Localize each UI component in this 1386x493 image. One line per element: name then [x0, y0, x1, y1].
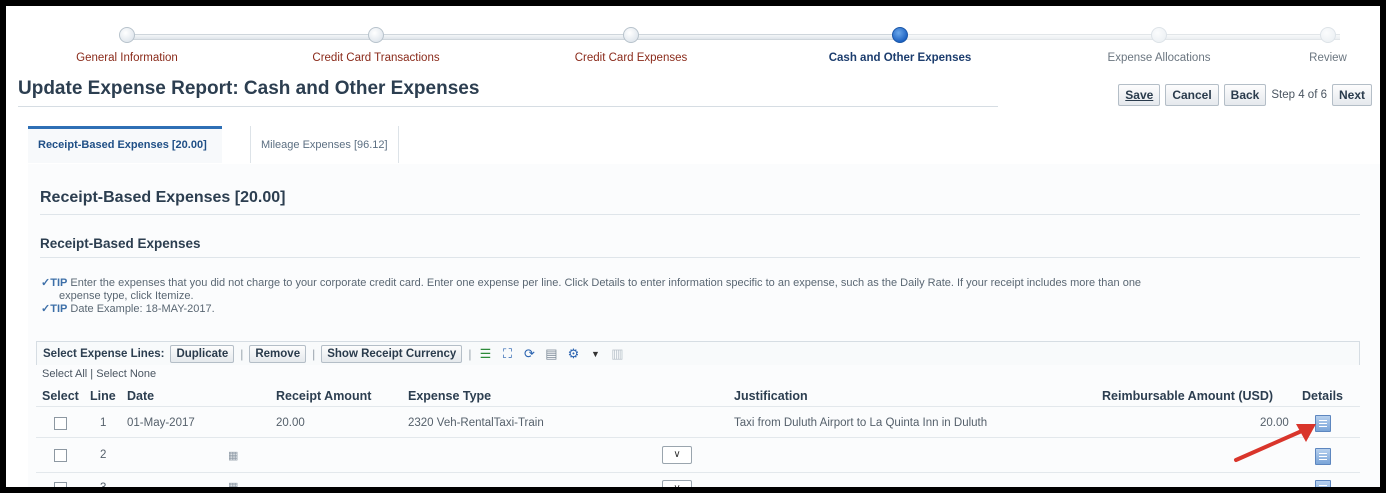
train-step-2-node[interactable] — [368, 27, 384, 43]
tip-expenses-cont: expense type, click Itemize. — [59, 290, 194, 302]
row-1-line: 1 — [100, 417, 107, 429]
section-header: Receipt-Based Expenses [20.00] — [40, 189, 286, 206]
table-toolbar: Select Expense Lines: Duplicate | Remove… — [36, 341, 1360, 365]
subsection-header-divider — [40, 257, 1360, 258]
train-step-3-label[interactable]: Credit Card Expenses — [575, 52, 688, 64]
train-step-6-node — [1320, 27, 1336, 43]
refresh-icon[interactable]: ⟳ — [521, 346, 537, 361]
column-header-select: Select — [42, 389, 79, 403]
row-1-date: 01-May-2017 — [127, 417, 195, 429]
column-header-receipt-amount: Receipt Amount — [276, 389, 372, 403]
row-divider — [36, 437, 1360, 438]
train-step-2-label[interactable]: Credit Card Transactions — [312, 52, 439, 64]
tab-mileage-expenses[interactable]: Mileage Expenses [96.12] — [250, 126, 399, 163]
header-divider — [36, 406, 1360, 407]
row-2-expense-type-select-dropdown-icon[interactable]: ∨ — [662, 446, 692, 464]
export-icon[interactable]: ▤ — [543, 346, 559, 361]
tip-icon: ✓ — [41, 277, 51, 289]
train-step-1-label[interactable]: General Information — [76, 52, 178, 64]
row-1-expense-type: 2320 Veh-RentalTaxi-Train — [408, 417, 544, 429]
train-step-5-node — [1151, 27, 1167, 43]
freeze-icon: ▥ — [611, 345, 624, 361]
page-title: Update Expense Report: Cash and Other Ex… — [18, 78, 480, 99]
calendar-icon[interactable]: ▦ — [228, 480, 238, 487]
duplicate-button[interactable]: Duplicate — [170, 344, 235, 363]
add-row-icon[interactable]: ☰ — [477, 346, 493, 361]
row-1-receipt-amount: 20.00 — [276, 417, 305, 429]
row-divider — [36, 472, 1360, 473]
row-3-select-checkbox[interactable] — [54, 482, 67, 487]
train-line-future — [900, 34, 1340, 40]
cancel-button[interactable]: Cancel — [1165, 84, 1219, 106]
train-step-1-node[interactable] — [119, 27, 135, 43]
expand-icon[interactable]: ⛶ — [499, 346, 515, 361]
toolbar-separator: | — [468, 346, 472, 361]
column-header-line: Line — [90, 389, 116, 403]
row-2-line: 2 — [100, 449, 107, 461]
dropdown-arrow-icon[interactable]: ▼ — [587, 347, 603, 361]
tip-date-example: ✓TIP Date Example: 18-MAY-2017. — [41, 303, 215, 315]
annotation-arrow — [1234, 424, 1316, 462]
row-3-line: 3 — [100, 482, 106, 487]
toolbar-separator: | — [312, 346, 316, 361]
row-3-details-icon[interactable] — [1315, 480, 1331, 487]
train-step-6-label: Review — [1309, 52, 1347, 64]
title-divider — [18, 106, 998, 107]
process-train: General Information Credit Card Transact… — [6, 6, 1380, 76]
column-header-date: Date — [127, 389, 155, 403]
section-header-divider — [40, 214, 1360, 215]
calendar-icon[interactable]: ▦ — [228, 449, 238, 462]
settings-gear-icon[interactable]: ⚙ — [565, 346, 581, 361]
remove-button[interactable]: Remove — [249, 344, 307, 363]
train-step-4-label: Cash and Other Expenses — [828, 52, 972, 64]
subsection-header: Receipt-Based Expenses — [40, 236, 201, 251]
tab-content-region — [28, 164, 1380, 487]
back-button[interactable]: Back — [1223, 84, 1267, 106]
select-all-link[interactable]: Select All — [42, 368, 87, 380]
column-header-details: Details — [1302, 389, 1343, 403]
row-2-select-checkbox[interactable] — [54, 449, 67, 462]
tip-expenses: ✓TIP Enter the expenses that you did not… — [41, 277, 1142, 289]
row-3-expense-type-select-dropdown-icon[interactable]: ∨ — [662, 480, 692, 487]
train-line-visited — [126, 34, 900, 40]
train-step-3-node[interactable] — [623, 27, 639, 43]
expense-tabs: Receipt-Based Expenses [20.00] Mileage E… — [28, 126, 1380, 165]
browser-frame: General Information Credit Card Transact… — [6, 6, 1380, 487]
next-button[interactable]: Next — [1331, 84, 1372, 106]
select-all-none: Select All | Select None — [42, 368, 157, 380]
train-step-4-node — [892, 27, 908, 43]
page-button-bar: Save Cancel Back Step 4 of 6 Next — [1118, 84, 1372, 106]
column-header-expense-type: Expense Type — [408, 389, 492, 403]
show-receipt-currency-button[interactable]: Show Receipt Currency — [321, 344, 463, 363]
save-button[interactable]: Save — [1118, 84, 1161, 106]
column-header-reimbursable-amount: Reimbursable Amount (USD) — [1102, 389, 1274, 403]
tip-icon: ✓ — [41, 303, 51, 315]
select-expense-lines-label: Select Expense Lines: — [43, 347, 165, 360]
tab-receipt-based-expenses[interactable]: Receipt-Based Expenses [20.00] — [28, 126, 222, 163]
row-1-justification: Taxi from Duluth Airport to La Quinta In… — [734, 417, 988, 429]
select-none-link[interactable]: Select None — [96, 368, 156, 380]
toolbar-separator: | — [240, 346, 244, 361]
row-1-select-checkbox[interactable] — [54, 417, 67, 430]
train-step-5-label: Expense Allocations — [1107, 52, 1211, 64]
step-indicator: Step 4 of 6 — [1271, 89, 1327, 101]
column-header-justification: Justification — [734, 389, 808, 403]
